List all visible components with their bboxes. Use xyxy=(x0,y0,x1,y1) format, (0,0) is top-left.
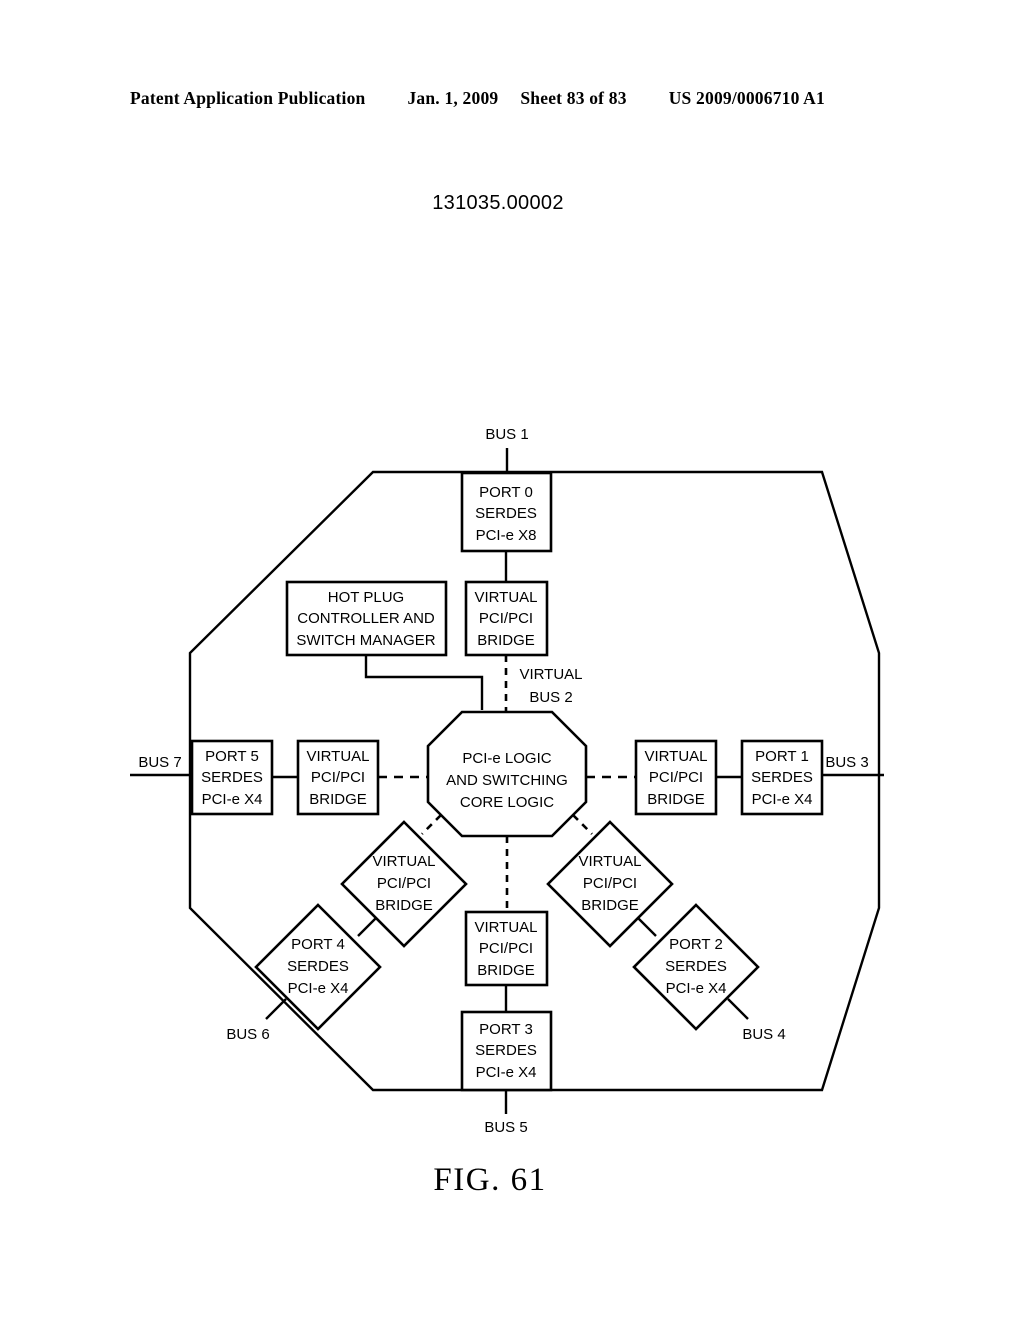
bus4-label: BUS 4 xyxy=(742,1026,785,1043)
bridge-bottom-line3: BRIDGE xyxy=(477,962,535,979)
bridge-right-line1: VIRTUAL xyxy=(644,748,707,765)
bus4-line xyxy=(727,998,749,1020)
port3-serdes: SERDES xyxy=(475,1042,537,1059)
port0-lanes: PCI-e X8 xyxy=(476,527,537,544)
bridge-left-line2: PCI/PCI xyxy=(311,769,365,786)
bridge-top-line2: PCI/PCI xyxy=(479,610,533,627)
bridge-lower-left-line3: BRIDGE xyxy=(375,897,433,914)
bus1-label: BUS 1 xyxy=(485,426,528,443)
bridge-bottom-line1: VIRTUAL xyxy=(474,919,537,936)
virtual-bus2-line1: VIRTUAL xyxy=(519,666,582,683)
port5-name: PORT 5 xyxy=(205,748,259,765)
port0-serdes: SERDES xyxy=(475,505,537,522)
port4-serdes: SERDES xyxy=(287,958,349,975)
virtual-bus2-line2: BUS 2 xyxy=(529,689,572,706)
port3-lanes: PCI-e X4 xyxy=(476,1064,537,1081)
port1-serdes: SERDES xyxy=(751,769,813,786)
hot-plug-line1: HOT PLUG xyxy=(328,589,404,606)
port2-lanes: PCI-e X4 xyxy=(666,980,727,997)
bridge-lower-right-line2: PCI/PCI xyxy=(583,875,637,892)
bridge-top-line1: VIRTUAL xyxy=(474,589,537,606)
port3-name: PORT 3 xyxy=(479,1021,533,1038)
port4-name: PORT 4 xyxy=(291,936,345,953)
core-to-bridge-lowerleft-link xyxy=(421,814,442,835)
figure-caption-text: FIG. 61 xyxy=(433,1162,547,1198)
port1-lanes: PCI-e X4 xyxy=(752,791,813,808)
bridge-lower-right-line3: BRIDGE xyxy=(581,897,639,914)
figure-61-diagram: BUS 1 PORT 0 SERDES PCI-e X8 HOT PLUG CO… xyxy=(130,426,884,1136)
hot-plug-line2: CONTROLLER AND xyxy=(297,610,435,627)
core-logic-line3: CORE LOGIC xyxy=(460,794,554,811)
port4-lanes: PCI-e X4 xyxy=(288,980,349,997)
bridge-left-line3: BRIDGE xyxy=(309,791,367,808)
figure-caption: FIG. 61 xyxy=(0,1162,1024,1199)
port5-serdes: SERDES xyxy=(201,769,263,786)
port2-serdes: SERDES xyxy=(665,958,727,975)
port0-name: PORT 0 xyxy=(479,484,533,501)
core-to-bridge-lowerright-link xyxy=(572,814,593,835)
bridge-right-line3: BRIDGE xyxy=(647,791,705,808)
patent-page: Patent Application Publication Jan. 1, 2… xyxy=(0,0,1024,1320)
bridge-lowerleft-to-port4-link xyxy=(357,917,377,937)
bridge-lower-left-line1: VIRTUAL xyxy=(372,853,435,870)
port5-lanes: PCI-e X4 xyxy=(202,791,263,808)
port2-name: PORT 2 xyxy=(669,936,723,953)
bus6-label: BUS 6 xyxy=(226,1026,269,1043)
port1-name: PORT 1 xyxy=(755,748,809,765)
bus7-label: BUS 7 xyxy=(138,754,181,771)
bus5-label: BUS 5 xyxy=(484,1119,527,1136)
bridge-right-line2: PCI/PCI xyxy=(649,769,703,786)
bus6-line xyxy=(265,998,287,1020)
core-logic-line1: PCI-e LOGIC xyxy=(462,750,551,767)
bridge-left-line1: VIRTUAL xyxy=(306,748,369,765)
hot-plug-to-core-link xyxy=(364,655,484,710)
bridge-top-line3: BRIDGE xyxy=(477,632,535,649)
core-logic-line2: AND SWITCHING xyxy=(446,772,568,789)
bridge-lower-right-line1: VIRTUAL xyxy=(578,853,641,870)
bridge-lowerright-to-port2-link xyxy=(637,917,657,937)
bridge-bottom-line2: PCI/PCI xyxy=(479,940,533,957)
hot-plug-line3: SWITCH MANAGER xyxy=(296,632,435,649)
bus3-label: BUS 3 xyxy=(825,754,868,771)
bridge-lower-left-line2: PCI/PCI xyxy=(377,875,431,892)
